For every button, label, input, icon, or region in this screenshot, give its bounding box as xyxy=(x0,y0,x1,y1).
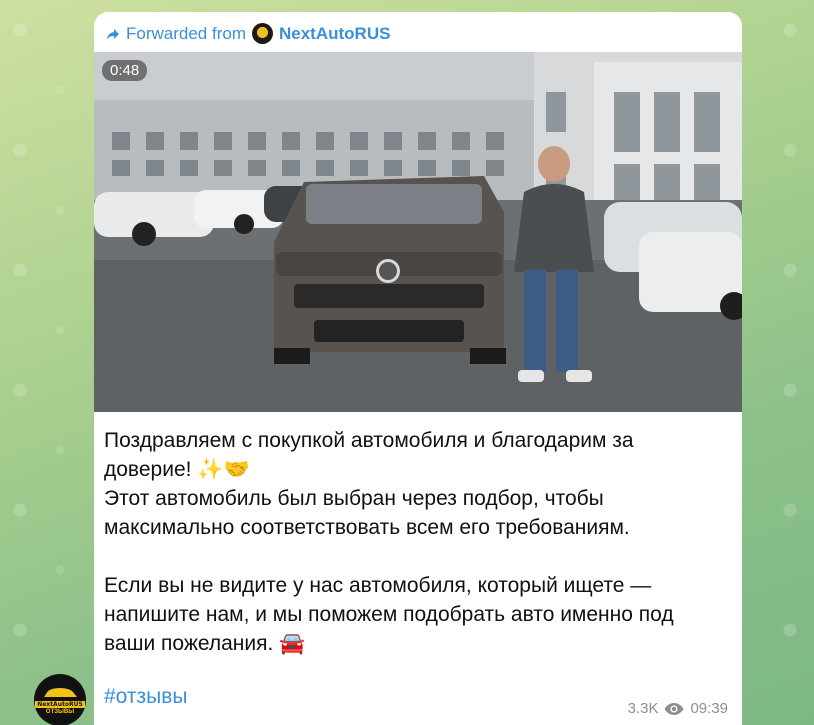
channel-small-avatar xyxy=(251,23,273,44)
message-bubble[interactable]: Forwarded from NextAutoRUS 0:48 Поздравл… xyxy=(94,12,742,725)
car-logo-icon xyxy=(44,687,77,697)
forwarded-channel-link[interactable]: NextAutoRUS xyxy=(279,24,390,44)
view-count: 3.3K xyxy=(627,700,659,717)
forward-arrow-icon xyxy=(107,28,119,39)
video-duration-badge: 0:48 xyxy=(102,60,148,81)
message-line: Поздравляем с покупкой автомобиля и благ… xyxy=(104,429,634,452)
forwarded-from-label: Forwarded from xyxy=(126,23,246,43)
video-frame-image xyxy=(94,52,742,412)
message-meta: 3.3K 09:39 xyxy=(628,700,728,717)
message-time: 09:39 xyxy=(690,700,728,717)
avatar-sub-text: ОТЗЫВЫ xyxy=(45,708,75,715)
avatar-brand-text: NextAutoRUS xyxy=(35,700,85,708)
message-line: максимально соответствовать всем его тре… xyxy=(104,516,630,539)
hashtag-link[interactable]: #отзывы xyxy=(104,685,188,709)
message-line: ваши пожелания. 🚘 xyxy=(104,632,306,655)
message-text: Поздравляем с покупкой автомобиля и благ… xyxy=(104,426,732,658)
eye-icon xyxy=(664,702,684,715)
message-line: Этот автомобиль был выбран через подбор,… xyxy=(104,487,604,510)
channel-avatar[interactable]: NextAutoRUS ОТЗЫВЫ xyxy=(34,674,86,725)
message-line: доверие! ✨🤝 xyxy=(104,458,250,481)
video-thumbnail[interactable]: 0:48 xyxy=(94,52,742,412)
forwarded-header[interactable]: Forwarded from NextAutoRUS xyxy=(106,23,390,44)
message-line: напишите нам, и мы поможем подобрать авт… xyxy=(104,603,674,626)
message-line: Если вы не видите у нас автомобиля, кото… xyxy=(104,574,652,597)
